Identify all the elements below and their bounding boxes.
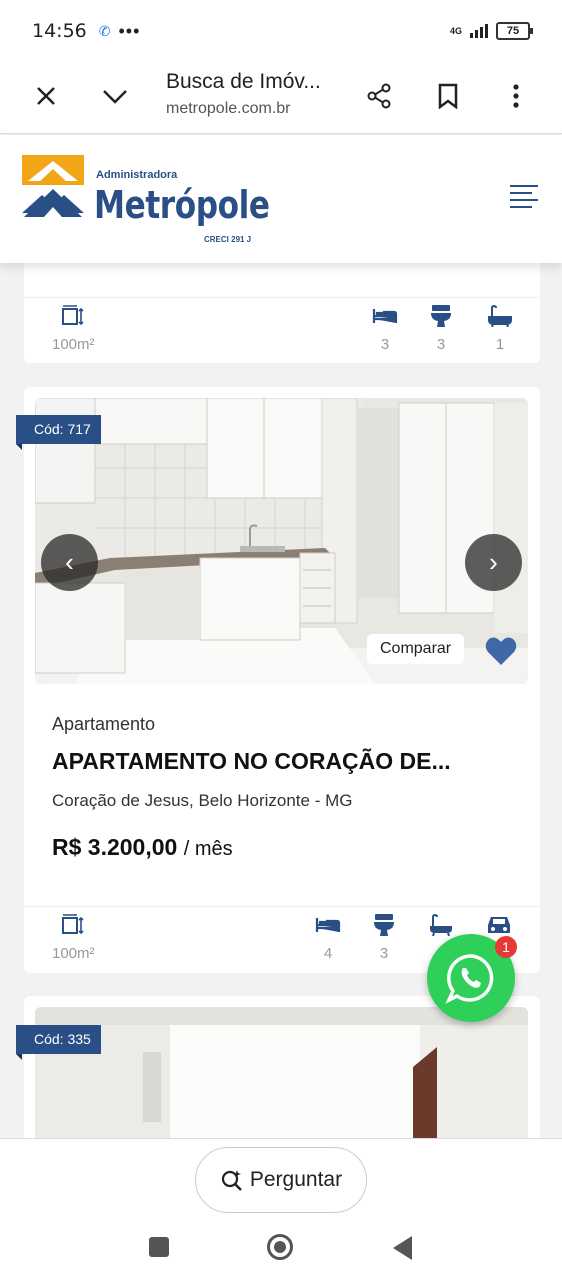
more-options-icon[interactable] (496, 76, 536, 116)
call-icon: ✆ (98, 22, 111, 39)
hamburger-menu-icon[interactable] (510, 185, 538, 213)
ai-search-icon (221, 1170, 242, 1191)
bathrooms-feature: 3 (373, 913, 395, 962)
bedrooms-value: 3 (380, 336, 390, 353)
recents-button[interactable] (149, 1237, 169, 1257)
car-icon (486, 913, 512, 937)
suites-value: 1 (495, 336, 505, 353)
next-photo-button[interactable]: › (465, 534, 522, 591)
logo-creci: CRECI 291 J (204, 235, 252, 244)
bottom-bar: Perguntar (0, 1138, 562, 1280)
close-icon[interactable] (26, 76, 66, 116)
listing-card[interactable]: Cód: 717 ‹ › Comparar Apartamento APARTA… (16, 387, 540, 973)
site-logo[interactable]: Administradora Metrópole CRECI 291 J (22, 153, 270, 248)
price-value: R$ 3.200,00 (52, 834, 178, 860)
bathrooms-feature: 3 (430, 304, 452, 353)
bedrooms-feature: 3 (372, 304, 398, 353)
area-value: 100m² (52, 336, 95, 353)
listing-location: Coração de Jesus, Belo Horizonte - MG (52, 791, 353, 810)
bathtub-icon (429, 913, 453, 937)
area-value: 100m² (52, 945, 95, 962)
listing-card[interactable]: 100m² 3 3 1 (24, 263, 540, 363)
compare-button[interactable]: Comparar (367, 634, 465, 664)
listing-title[interactable]: APARTAMENTO NO CORAÇÃO DE... (52, 748, 451, 775)
site-header: Administradora Metrópole CRECI 291 J (0, 135, 562, 263)
listing-code-badge: Cód: 335 (16, 1025, 101, 1060)
signal-icon (470, 24, 488, 38)
logo-brand: Metrópole (94, 183, 270, 227)
share-icon[interactable] (359, 76, 399, 116)
room-photo-image (35, 1007, 528, 1138)
browser-toolbar: Busca de Imóv... metropole.com.br (0, 62, 562, 134)
bed-icon (372, 304, 398, 328)
bed-icon (315, 913, 341, 937)
garage-feature (486, 913, 512, 937)
battery-icon: 75 (496, 22, 533, 40)
whatsapp-button[interactable]: 1 (427, 934, 517, 1022)
ask-button[interactable]: Perguntar (195, 1147, 367, 1213)
system-navigation-bar (0, 1233, 562, 1263)
favorite-heart-icon[interactable] (485, 636, 517, 671)
ask-button-label: Perguntar (249, 1168, 343, 1191)
area-feature: 100m² (52, 304, 95, 353)
bathrooms-value: 3 (379, 945, 389, 962)
bathrooms-value: 3 (436, 336, 446, 353)
chevron-down-icon[interactable] (95, 76, 135, 116)
logo-mark-icon (22, 155, 84, 217)
area-icon (61, 304, 85, 328)
listing-photo[interactable]: ‹ › Comparar (35, 398, 528, 684)
network-indicator: 4G (449, 25, 462, 36)
bedrooms-value: 4 (323, 945, 333, 962)
bathtub-icon (488, 304, 512, 328)
more-notifications-icon: ••• (118, 20, 141, 41)
prev-photo-button[interactable]: ‹ (41, 534, 98, 591)
bookmark-icon[interactable] (428, 76, 468, 116)
page-info[interactable]: Busca de Imóv... metropole.com.br (166, 70, 346, 118)
listing-photo[interactable] (35, 1007, 528, 1138)
logo-subtitle: Administradora (96, 169, 178, 181)
suites-feature: 1 (488, 304, 512, 353)
suites-feature (429, 913, 453, 937)
status-time: 14:56 (32, 20, 87, 42)
whatsapp-icon (445, 954, 494, 1004)
area-icon (61, 913, 85, 937)
home-button[interactable] (267, 1234, 293, 1260)
listing-price: R$ 3.200,00 / mês (52, 834, 233, 861)
status-bar: 14:56 ✆ ••• 4G 75 (0, 0, 562, 62)
notification-badge: 1 (495, 936, 517, 958)
battery-level: 75 (506, 25, 520, 37)
property-type: Apartamento (52, 714, 156, 734)
page-url: metropole.com.br (166, 100, 291, 117)
price-suffix: / mês (183, 838, 233, 860)
network-type: 4G (449, 25, 462, 36)
area-feature: 100m² (52, 913, 95, 962)
page-title: Busca de Imóv... (166, 70, 321, 93)
toilet-icon (373, 913, 395, 937)
bedrooms-feature: 4 (315, 913, 341, 962)
listing-code-badge: Cód: 717 (16, 415, 101, 450)
toilet-icon (430, 304, 452, 328)
back-button[interactable] (393, 1236, 412, 1260)
